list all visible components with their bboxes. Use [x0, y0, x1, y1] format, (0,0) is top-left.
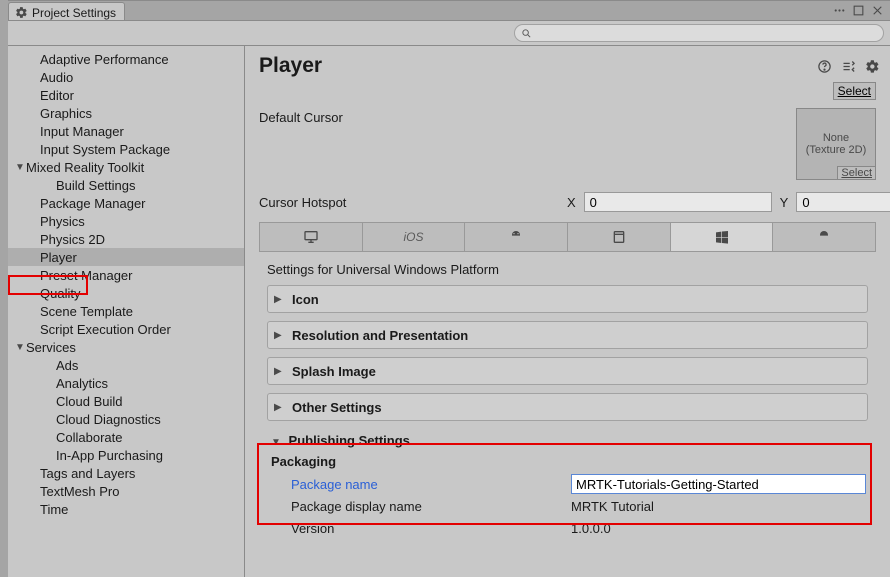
- android-icon: [816, 229, 832, 245]
- sidebar-item-audio[interactable]: Audio: [8, 68, 244, 86]
- search-input[interactable]: [514, 24, 884, 42]
- sidebar-item-build-settings[interactable]: Build Settings: [8, 176, 244, 194]
- sidebar-item-iap[interactable]: In-App Purchasing: [8, 446, 244, 464]
- help-icon[interactable]: [817, 59, 832, 74]
- sidebar-item-cloud-diagnostics[interactable]: Cloud Diagnostics: [8, 410, 244, 428]
- texture-none-label: None: [823, 132, 849, 144]
- page-title: Player: [259, 54, 322, 78]
- main-header: Player: [245, 46, 890, 82]
- sidebar-item-cloud-build[interactable]: Cloud Build: [8, 392, 244, 410]
- publishing-header[interactable]: ▼ Publishing Settings: [271, 433, 866, 448]
- tab-project-settings[interactable]: Project Settings: [8, 2, 125, 20]
- chevron-right-icon: ▶: [274, 366, 286, 377]
- tab-ios[interactable]: iOS: [363, 223, 466, 251]
- tab-title: Project Settings: [32, 6, 116, 20]
- version-label: Version: [271, 521, 571, 536]
- sidebar-item-textmesh-pro[interactable]: TextMesh Pro: [8, 482, 244, 500]
- chevron-down-icon[interactable]: ▼: [14, 162, 26, 173]
- default-cursor-texture-field[interactable]: None (Texture 2D) Select: [796, 108, 876, 180]
- settings-sidebar: Adaptive Performance Audio Editor Graphi…: [8, 46, 245, 577]
- foldout-resolution[interactable]: ▶ Resolution and Presentation: [267, 321, 868, 349]
- version-value: 1.0.0.0: [571, 521, 866, 536]
- foldout-publishing-settings: ▼ Publishing Settings Packaging Package …: [267, 429, 868, 545]
- hotspot-y-label: Y: [780, 195, 789, 210]
- package-display-name-value: MRTK Tutorial: [571, 499, 866, 514]
- tab-uwp[interactable]: [671, 223, 774, 251]
- main-panel: Player Select Default Cursor None (Textu…: [245, 46, 890, 577]
- tab-standalone[interactable]: [260, 223, 363, 251]
- package-display-name-label: Package display name: [271, 499, 571, 514]
- sidebar-item-preset-manager[interactable]: Preset Manager: [8, 266, 244, 284]
- cursor-hotspot-label: Cursor Hotspot: [259, 195, 559, 210]
- packaging-subtitle: Packaging: [271, 454, 866, 469]
- tab-android[interactable]: [465, 223, 568, 251]
- package-name-input[interactable]: [571, 474, 866, 494]
- desktop-icon: [303, 229, 319, 245]
- sidebar-item-tags-and-layers[interactable]: Tags and Layers: [8, 464, 244, 482]
- sidebar-item-ads[interactable]: Ads: [8, 356, 244, 374]
- sidebar-item-services[interactable]: ▼Services: [8, 338, 244, 356]
- platform-tabs: iOS: [259, 222, 876, 252]
- sidebar-item-analytics[interactable]: Analytics: [8, 374, 244, 392]
- ios-icon: iOS: [404, 230, 424, 244]
- window-controls: [833, 1, 890, 20]
- sidebar-item-mrtk[interactable]: ▼Mixed Reality Toolkit: [8, 158, 244, 176]
- sidebar-item-physics[interactable]: Physics: [8, 212, 244, 230]
- hotspot-x-input[interactable]: [584, 192, 772, 212]
- gear-icon[interactable]: [865, 59, 880, 74]
- chevron-down-icon: ▼: [271, 437, 281, 448]
- gear-icon: [15, 6, 28, 19]
- default-cursor-label: Default Cursor: [259, 108, 459, 125]
- sidebar-item-time[interactable]: Time: [8, 500, 244, 518]
- more-icon[interactable]: [833, 4, 846, 17]
- hotspot-y-input[interactable]: [796, 192, 890, 212]
- toolbar: [8, 21, 890, 45]
- foldout-other-settings[interactable]: ▶ Other Settings: [267, 393, 868, 421]
- chevron-right-icon: ▶: [274, 330, 286, 341]
- webgl-icon: [611, 229, 627, 245]
- hotspot-x-label: X: [567, 195, 576, 210]
- project-settings-window: Project Settings Adaptive Performance Au…: [8, 0, 890, 577]
- sidebar-item-editor[interactable]: Editor: [8, 86, 244, 104]
- default-icon-select-button[interactable]: Select: [833, 82, 876, 100]
- tab-webgl[interactable]: [568, 223, 671, 251]
- sidebar-item-quality[interactable]: Quality: [8, 284, 244, 302]
- chevron-down-icon[interactable]: ▼: [14, 342, 26, 353]
- tab-strip: Project Settings: [8, 1, 890, 21]
- android-icon: [508, 229, 524, 245]
- preset-icon[interactable]: [841, 59, 856, 74]
- tab-lumin[interactable]: [773, 223, 875, 251]
- chevron-right-icon: ▶: [274, 294, 286, 305]
- sidebar-item-input-system-package[interactable]: Input System Package: [8, 140, 244, 158]
- close-icon[interactable]: [871, 4, 884, 17]
- windows-icon: [714, 229, 730, 245]
- sidebar-item-scene-template[interactable]: Scene Template: [8, 302, 244, 320]
- sidebar-item-input-manager[interactable]: Input Manager: [8, 122, 244, 140]
- package-name-label[interactable]: Package name: [271, 477, 571, 492]
- chevron-right-icon: ▶: [274, 402, 286, 413]
- texture-select-button[interactable]: Select: [837, 166, 875, 179]
- uwp-section-title: Settings for Universal Windows Platform: [267, 262, 868, 277]
- search-icon: [521, 28, 532, 39]
- sidebar-item-physics-2d[interactable]: Physics 2D: [8, 230, 244, 248]
- sidebar-item-collaborate[interactable]: Collaborate: [8, 428, 244, 446]
- sidebar-item-adaptive-performance[interactable]: Adaptive Performance: [8, 50, 244, 68]
- foldout-icon[interactable]: ▶ Icon: [267, 285, 868, 313]
- texture-type-label: (Texture 2D): [806, 144, 867, 156]
- sidebar-item-package-manager[interactable]: Package Manager: [8, 194, 244, 212]
- sidebar-item-player[interactable]: Player: [8, 248, 244, 266]
- sidebar-item-script-execution-order[interactable]: Script Execution Order: [8, 320, 244, 338]
- foldout-splash[interactable]: ▶ Splash Image: [267, 357, 868, 385]
- sidebar-item-graphics[interactable]: Graphics: [8, 104, 244, 122]
- maximize-icon[interactable]: [852, 4, 865, 17]
